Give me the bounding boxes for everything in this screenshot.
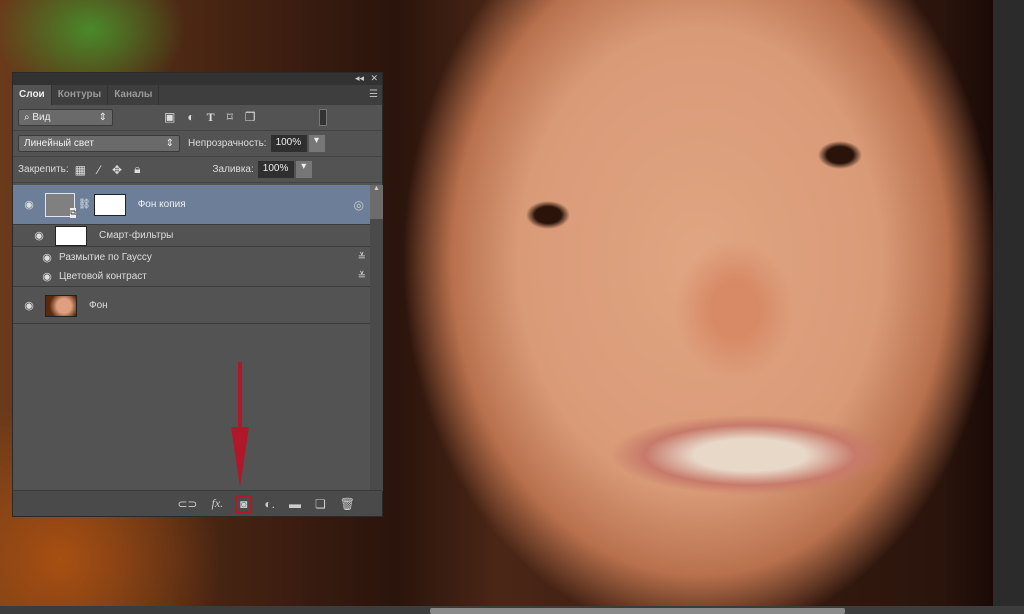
layer-thumbnail	[45, 294, 77, 317]
layer-row-fon[interactable]: ◉ Фон	[13, 288, 370, 324]
lock-row: Закрепить: ▦ ⁄ ✥ 🔒︎ Заливка: 100% ▾	[13, 157, 382, 183]
visibility-eye-icon[interactable]: ◉	[39, 270, 55, 283]
blend-row: Линейный свет ⇕ Непрозрачность: 100% ▾	[13, 131, 382, 157]
new-layer-icon[interactable]: ❏	[315, 497, 326, 511]
lock-position-move-icon[interactable]: ✥	[112, 163, 122, 177]
visibility-eye-icon[interactable]: ◉	[13, 198, 45, 211]
filter-kind-value: Вид	[32, 112, 51, 123]
layer-row-fon-kopiya[interactable]: ◉ ⧉ ⛓ Фон копия ◎	[13, 185, 370, 225]
visibility-eye-icon[interactable]: ◉	[13, 299, 45, 312]
shape-filter-icon[interactable]: ⌑	[227, 110, 233, 125]
smart-filters-label: Смарт-фильтры	[99, 230, 174, 241]
opacity-dropdown[interactable]: ▾	[308, 135, 325, 152]
lock-label: Закрепить:	[18, 164, 69, 175]
filter-row-color-contrast[interactable]: ◉ Цветовой контраст ≚	[13, 267, 370, 287]
filter-row: ⌕ Вид ⇕ ▣ ◐ T ⌑ ❐	[13, 105, 382, 131]
fill-input[interactable]: 100%	[257, 161, 294, 178]
smart-filter-mask-thumbnail	[55, 225, 87, 246]
lock-transparent-icon[interactable]: ▦	[75, 163, 86, 177]
layer-name: Фон	[89, 300, 108, 311]
lock-all-icon[interactable]: 🔒︎	[134, 162, 140, 177]
layers-scrollbar[interactable]: ▲	[370, 185, 383, 491]
blend-mode-select[interactable]: Линейный свет ⇕	[18, 135, 180, 152]
link-chain-icon[interactable]: ⛓	[78, 199, 91, 210]
opacity-label: Непрозрачность:	[188, 138, 267, 149]
panel-menu-icon[interactable]: ☰	[369, 89, 378, 100]
scroll-up-icon[interactable]: ▲	[370, 185, 383, 219]
filter-kind-select[interactable]: ⌕ Вид ⇕	[18, 109, 113, 126]
fill-label: Заливка:	[212, 164, 254, 175]
adjustment-filter-icon[interactable]: ◐	[187, 110, 194, 125]
arrow-head	[231, 427, 249, 487]
opacity-input[interactable]: 100%	[270, 135, 307, 152]
smart-object-filter-icon[interactable]: ❐	[245, 110, 256, 125]
tab-paths[interactable]: Контуры	[52, 85, 109, 105]
add-layer-mask-icon[interactable]: ◙	[235, 494, 253, 513]
new-group-folder-icon[interactable]: ▬	[289, 497, 301, 511]
link-layers-icon[interactable]: ⊂⊃	[177, 497, 197, 511]
smart-object-icon: ◎	[353, 197, 364, 212]
visibility-eye-icon[interactable]: ◉	[23, 229, 55, 242]
delete-trash-icon[interactable]: 🗑︎	[340, 497, 355, 511]
smart-object-thumbnail: ⧉	[45, 192, 76, 218]
type-filter-icon[interactable]: T	[207, 110, 215, 125]
panel-titlebar: ◂◂ ✕	[13, 73, 382, 85]
red-arrow-annotation	[231, 362, 249, 487]
lock-pixels-brush-icon[interactable]: ⁄	[98, 163, 100, 177]
filter-row-gaussian-blur[interactable]: ◉ Размытие по Гауссу ≚	[13, 247, 370, 267]
horizontal-scrollbar[interactable]	[430, 608, 845, 614]
collapse-icon[interactable]: ◂◂	[355, 73, 364, 84]
right-panel-edge	[993, 0, 1024, 606]
blending-options-icon[interactable]: ≚	[358, 271, 366, 282]
layer-name: Фон копия	[137, 199, 186, 210]
filter-name: Размытие по Гауссу	[59, 251, 152, 263]
close-icon[interactable]: ✕	[370, 73, 378, 84]
layers-bottom-toolbar: ⊂⊃ fx. ◙ ◐. ▬ ❏ 🗑︎	[13, 490, 382, 516]
filter-toggle[interactable]	[319, 109, 327, 126]
tab-channels[interactable]: Каналы	[108, 85, 160, 105]
fx-icon[interactable]: fx.	[211, 496, 223, 511]
smart-filters-row[interactable]: ◉ Смарт-фильтры	[13, 225, 370, 247]
layers-panel: ◂◂ ✕ Слои Контуры Каналы ☰ ⌕ Вид ⇕ ▣ ◐ T …	[12, 72, 383, 517]
filter-mask-thumbnail	[93, 193, 126, 216]
filter-name: Цветовой контраст	[59, 271, 147, 282]
pixel-filter-icon[interactable]: ▣	[164, 110, 175, 125]
panel-tabs: Слои Контуры Каналы ☰	[13, 85, 382, 105]
smart-object-badge-icon: ⧉	[70, 207, 76, 218]
blending-options-icon[interactable]: ≚	[358, 252, 366, 263]
blend-mode-value: Линейный свет	[24, 138, 94, 149]
tab-layers[interactable]: Слои	[13, 85, 52, 105]
visibility-eye-icon[interactable]: ◉	[39, 251, 55, 264]
fill-dropdown[interactable]: ▾	[295, 161, 312, 178]
adjustment-layer-icon[interactable]: ◐.	[264, 497, 275, 511]
